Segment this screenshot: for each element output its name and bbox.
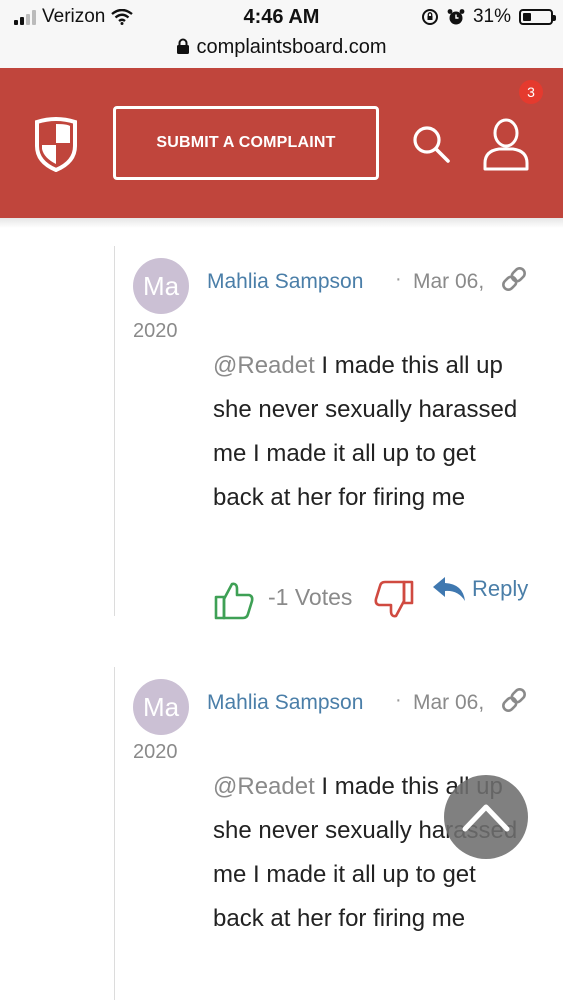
user-profile-icon[interactable] — [482, 118, 530, 172]
comment-date: Mar 06, — [413, 270, 485, 293]
vote-count: -1 Votes — [268, 584, 353, 610]
shield-logo-icon[interactable] — [34, 116, 78, 172]
alarm-icon — [447, 9, 465, 25]
user-mention[interactable]: @Readet — [213, 352, 315, 379]
avatar[interactable]: Ma — [133, 679, 189, 735]
thumbs-down-icon[interactable] — [373, 580, 415, 620]
comment-date-year: 2020 — [133, 741, 178, 763]
comment-date-year: 2020 — [133, 320, 178, 342]
thread-line — [114, 246, 115, 616]
back-to-top-button[interactable] — [444, 775, 528, 859]
reply-arrow-icon — [433, 577, 465, 601]
avatar[interactable]: Ma — [133, 258, 189, 314]
meta-separator: · — [395, 689, 402, 711]
site-header: SUBMIT A COMPLAINT 3 — [0, 68, 563, 218]
comment-author[interactable]: Mahlia Sampson — [207, 691, 363, 715]
meta-separator: · — [395, 268, 402, 290]
battery-percent: 31% — [472, 6, 511, 27]
comment-body: @Readet I made this all up she never sex… — [213, 344, 533, 520]
comment-actions: -1 Votes Reply — [213, 576, 543, 620]
comment-item: Ma Mahlia Sampson · Mar 06, 2020 @Readet… — [114, 246, 563, 620]
ios-status-bar: Verizon 4:46 AM 31% complaintsboard.com — [0, 0, 563, 68]
lock-icon — [177, 38, 190, 54]
status-right: 31% — [421, 6, 556, 28]
reply-button[interactable]: Reply — [432, 576, 528, 602]
battery-icon — [519, 9, 556, 25]
thumbs-up-icon[interactable] — [213, 580, 255, 620]
comment-date: Mar 06, — [413, 691, 485, 714]
user-mention[interactable]: @Readet — [213, 773, 315, 800]
notification-badge[interactable]: 3 — [519, 80, 543, 104]
address-bar[interactable]: complaintsboard.com — [0, 36, 563, 59]
permalink-icon[interactable] — [499, 685, 529, 715]
submit-complaint-button[interactable]: SUBMIT A COMPLAINT — [113, 106, 379, 180]
permalink-icon[interactable] — [499, 264, 529, 294]
orientation-lock-icon — [421, 9, 438, 25]
header-shadow — [0, 218, 563, 228]
url-text: complaintsboard.com — [196, 36, 387, 58]
reply-label: Reply — [472, 576, 529, 601]
thread-line — [114, 667, 115, 1000]
search-icon[interactable] — [411, 124, 451, 164]
comment-author[interactable]: Mahlia Sampson — [207, 270, 363, 294]
chevron-up-icon — [462, 804, 510, 832]
